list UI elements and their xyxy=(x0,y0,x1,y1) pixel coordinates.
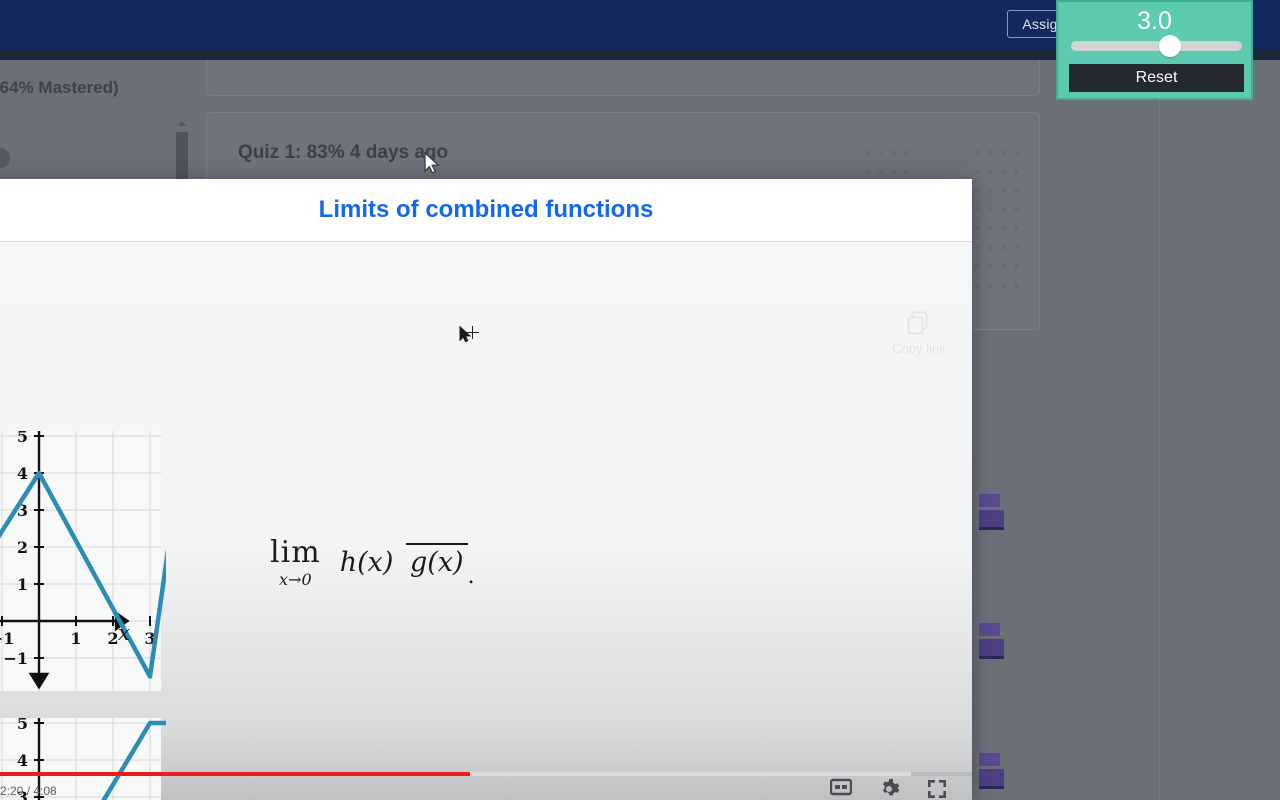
mastery-percent-text: (64% Mastered) xyxy=(0,78,119,97)
fullscreen-icon[interactable] xyxy=(926,778,948,800)
graph-h: = h(x) y x −3−2−1123−112345 xyxy=(0,393,171,696)
slider-thumb[interactable] xyxy=(1159,35,1182,57)
graph-h-plot: −3−2−1123−112345 xyxy=(0,393,171,696)
background-right-rail xyxy=(1040,60,1280,800)
limit-op-text: lim xyxy=(270,535,321,570)
svg-text:2: 2 xyxy=(107,629,118,648)
video-timecode: 2:20 / 4:08 xyxy=(0,784,57,798)
mouse-cursor xyxy=(424,152,442,176)
cc-icon[interactable] xyxy=(829,778,853,800)
svg-text:1: 1 xyxy=(70,629,81,648)
svg-text:1: 1 xyxy=(17,575,28,594)
mastery-bar-top xyxy=(979,623,1000,636)
mastery-bar-top xyxy=(979,494,1000,507)
crown-icon xyxy=(981,486,995,492)
video-modal: Limits of combined functions Copy link l… xyxy=(0,179,972,800)
copy-link-button[interactable]: Copy link xyxy=(873,310,965,358)
limit-subscript: x→0 xyxy=(279,570,312,589)
mastery-bar-bottom xyxy=(979,769,1004,789)
reset-button[interactable]: Reset xyxy=(1069,64,1244,92)
mastery-bar-bottom xyxy=(979,639,1004,659)
background-scrollbar[interactable] xyxy=(176,120,188,186)
dot-grid-decoration xyxy=(975,150,1021,310)
svg-text:5: 5 xyxy=(17,431,28,446)
video-progress-bar[interactable] xyxy=(0,772,972,776)
value-slider[interactable] xyxy=(1071,35,1242,57)
crown-icon xyxy=(981,615,995,621)
widget-value-text: 3.0 xyxy=(1137,7,1172,35)
copy-icon xyxy=(873,310,965,340)
svg-text:4: 4 xyxy=(17,464,28,483)
limit-expression: lim x→0 h(x) g(x) . xyxy=(270,535,475,589)
svg-text:5: 5 xyxy=(17,718,28,733)
modal-header: Limits of combined functions xyxy=(0,179,972,242)
fraction-numerator: h(x) xyxy=(339,546,394,578)
crown-icon xyxy=(981,745,995,751)
trailing-period: . xyxy=(467,564,475,589)
slider-rail[interactable] xyxy=(1071,41,1242,51)
modal-title: Limits of combined functions xyxy=(318,196,654,223)
quiz-result-text: Quiz 1: 83% 4 days ago xyxy=(238,142,449,163)
video-controls-right xyxy=(829,778,948,800)
mastery-bar-bottom xyxy=(979,510,1004,530)
graph-h-xaxis-label: x xyxy=(118,621,130,645)
video-stage[interactable]: Copy link lim x→0 h(x) g(x) . = h(x) y x… xyxy=(0,242,972,800)
copy-link-label: Copy link xyxy=(892,341,946,356)
progress-dot xyxy=(0,148,10,168)
svg-text:−1: −1 xyxy=(0,629,14,648)
video-controls[interactable]: 2:20 / 4:08 xyxy=(0,764,972,800)
fraction: h(x) g(x) xyxy=(336,542,468,578)
gear-icon[interactable] xyxy=(878,778,900,800)
fraction-denominator: g(x) xyxy=(406,542,468,578)
screen: Quiz 1: 83% 4 days ago (64% Mastered) As… xyxy=(0,0,1280,800)
crosshair-cursor xyxy=(466,326,479,339)
scroll-up-arrow-icon[interactable] xyxy=(178,121,186,126)
mastery-bar-top xyxy=(979,753,1000,766)
video-played-bar xyxy=(0,772,471,776)
value-widget-panel: 3.0 Reset xyxy=(1056,0,1253,100)
svg-text:2: 2 xyxy=(17,538,28,557)
scrollbar-thumb[interactable] xyxy=(176,132,188,186)
limit-operator: lim x→0 xyxy=(270,535,321,589)
svg-text:−1: −1 xyxy=(3,649,28,668)
